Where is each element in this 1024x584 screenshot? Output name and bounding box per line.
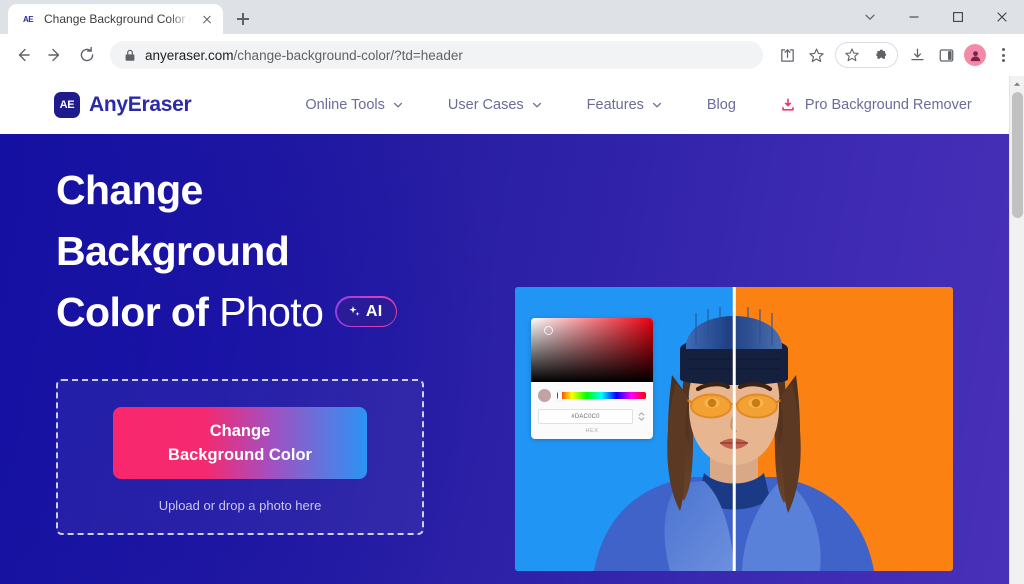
share-icon[interactable] bbox=[773, 41, 801, 69]
extensions-pill bbox=[835, 42, 898, 68]
nav-label: Online Tools bbox=[305, 97, 385, 113]
nav-label: Pro Background Remover bbox=[804, 97, 972, 113]
back-arrow-left-icon[interactable] bbox=[8, 40, 38, 70]
minimize-icon[interactable] bbox=[892, 0, 936, 34]
url-path: /change-background-color/?td=header bbox=[233, 47, 463, 63]
page-viewport: AE AnyEraser Online Tools User Cases Fea… bbox=[0, 76, 1024, 584]
reload-icon[interactable] bbox=[72, 40, 102, 70]
address-bar[interactable]: anyeraser.com/change-background-color/?t… bbox=[110, 41, 763, 69]
tab-close-icon[interactable] bbox=[199, 11, 215, 27]
ai-badge-label: AI bbox=[365, 303, 383, 320]
downloads-icon[interactable] bbox=[903, 41, 931, 69]
ae-favicon-icon: AE bbox=[22, 14, 34, 24]
cta-line-2: Background Color bbox=[168, 446, 312, 464]
page-title: Change Background Color of Photo AI bbox=[56, 160, 476, 343]
url-text: anyeraser.com/change-background-color/?t… bbox=[145, 48, 463, 63]
scrollbar-track[interactable] bbox=[1010, 92, 1024, 584]
hero-section: Change Background Color of Photo AI Chang… bbox=[0, 134, 1009, 584]
upload-dropzone[interactable]: Change Background Color Upload or drop a… bbox=[56, 379, 424, 535]
picker-controls: #DAC0C0 HEX bbox=[531, 382, 653, 439]
dropzone-hint: Upload or drop a photo here bbox=[158, 498, 322, 513]
before-after-split-line[interactable] bbox=[732, 287, 736, 571]
heading-line-2: Background bbox=[56, 228, 290, 274]
cta-line-1: Change bbox=[209, 422, 271, 440]
page-scrollbar[interactable] bbox=[1009, 76, 1024, 584]
sparkle-icon bbox=[349, 306, 360, 316]
browser-tab[interactable]: AE Change Background Color On bbox=[8, 4, 223, 34]
current-color-swatch bbox=[538, 389, 551, 402]
bookmark-star-icon[interactable] bbox=[802, 41, 830, 69]
nav-label: User Cases bbox=[447, 97, 524, 113]
profile-avatar[interactable] bbox=[961, 41, 989, 69]
site-logo[interactable]: AE AnyEraser bbox=[54, 92, 192, 118]
nav-item-user-cases[interactable]: User Cases bbox=[426, 97, 565, 113]
new-tab-button[interactable] bbox=[229, 5, 257, 33]
chevron-down-icon bbox=[393, 102, 402, 108]
scrollbar-up-caret-up-icon[interactable] bbox=[1010, 76, 1024, 92]
hue-row bbox=[538, 389, 646, 402]
caret-up-icon bbox=[638, 412, 645, 416]
lock-icon bbox=[125, 49, 135, 61]
chevron-down-icon bbox=[532, 102, 541, 108]
side-panel-icon[interactable] bbox=[932, 41, 960, 69]
heading-line-1: Change bbox=[56, 167, 203, 213]
nav-item-pro-background-remover[interactable]: Pro Background Remover bbox=[758, 97, 994, 113]
tab-search-chevron-down-icon[interactable] bbox=[848, 0, 892, 34]
scrollbar-thumb[interactable] bbox=[1012, 92, 1023, 218]
hex-row: #DAC0C0 bbox=[538, 409, 646, 424]
hue-knob-icon[interactable] bbox=[558, 390, 562, 401]
site-nav: Online Tools User Cases Features Blog Pr… bbox=[283, 97, 993, 113]
star-icon[interactable] bbox=[838, 41, 866, 69]
hex-input[interactable]: #DAC0C0 bbox=[538, 409, 633, 424]
window-close-icon[interactable] bbox=[980, 0, 1024, 34]
before-after-photo[interactable]: #DAC0C0 HEX bbox=[515, 287, 953, 571]
picker-knob-icon[interactable] bbox=[544, 326, 553, 335]
tab-strip: AE Change Background Color On bbox=[0, 0, 1024, 34]
nav-label: Blog bbox=[706, 97, 736, 113]
chevron-down-icon bbox=[652, 102, 661, 108]
logo-mark-icon: AE bbox=[54, 92, 80, 118]
heading-line-3: Color of bbox=[56, 289, 209, 335]
maximize-icon[interactable] bbox=[936, 0, 980, 34]
kebab-menu-icon[interactable] bbox=[990, 41, 1016, 69]
site-header: AE AnyEraser Online Tools User Cases Fea… bbox=[0, 76, 1009, 134]
logo-wordmark: AnyEraser bbox=[89, 93, 192, 116]
url-domain: anyeraser.com bbox=[145, 47, 234, 63]
color-picker-widget[interactable]: #DAC0C0 HEX bbox=[531, 318, 653, 439]
saturation-value-area[interactable] bbox=[531, 318, 653, 382]
hero-copy: Change Background Color of Photo AI bbox=[56, 160, 476, 343]
nav-item-features[interactable]: Features bbox=[565, 97, 685, 113]
browser-window: AE Change Background Color On anyeraser.… bbox=[0, 0, 1024, 584]
nav-item-online-tools[interactable]: Online Tools bbox=[283, 97, 426, 113]
window-controls bbox=[848, 0, 1024, 34]
hex-format-label: HEX bbox=[585, 428, 599, 434]
tab-title: Change Background Color On bbox=[44, 12, 191, 26]
hue-slider[interactable] bbox=[557, 390, 646, 401]
ai-badge-inner: AI bbox=[336, 297, 396, 326]
nav-item-blog[interactable]: Blog bbox=[685, 97, 758, 113]
browser-toolbar: anyeraser.com/change-background-color/?t… bbox=[0, 34, 1024, 76]
forward-arrow-right-icon[interactable] bbox=[40, 40, 70, 70]
toolbar-icon-group bbox=[773, 41, 1016, 69]
hex-stepper[interactable] bbox=[637, 412, 646, 421]
download-icon bbox=[782, 98, 794, 111]
ai-badge: AI bbox=[335, 295, 398, 328]
avatar-circle bbox=[964, 44, 986, 66]
caret-down-icon bbox=[638, 417, 645, 421]
heading-line-4: Photo bbox=[219, 289, 324, 335]
change-background-color-button[interactable]: Change Background Color bbox=[113, 407, 367, 479]
nav-label: Features bbox=[586, 97, 644, 113]
web-page: AE AnyEraser Online Tools User Cases Fea… bbox=[0, 76, 1009, 584]
puzzle-piece-icon[interactable] bbox=[867, 41, 895, 69]
